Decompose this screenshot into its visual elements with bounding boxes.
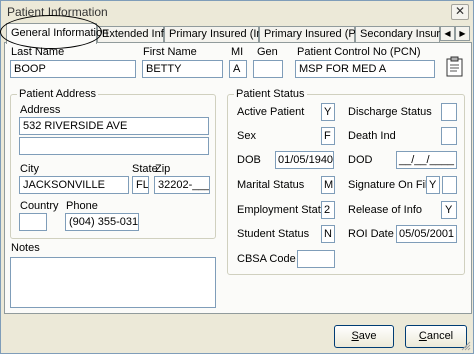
patient-address-title: Patient Address	[17, 88, 99, 100]
cbsa-code-field[interactable]	[297, 250, 335, 268]
tab-secondary-insured[interactable]: Secondary Insured	[355, 26, 452, 43]
patient-address-group: Patient Address Address 532 RIVERSIDE AV…	[10, 88, 216, 239]
notes-label: Notes	[11, 242, 40, 254]
last-name-field[interactable]: BOOP	[10, 60, 136, 78]
active-patient-label: Active Patient	[237, 106, 305, 118]
death-ind-field[interactable]	[441, 127, 457, 145]
zip-field[interactable]: 32202-____	[154, 176, 210, 194]
save-label: ave	[358, 330, 377, 342]
patient-information-window: Patient Information ✕ General Informatio…	[0, 0, 474, 354]
cancel-mnemonic: C	[418, 330, 427, 342]
tab-primary-insured-inst[interactable]: Primary Insured (Inst)	[164, 26, 275, 43]
release-of-info-label: Release of Info	[348, 204, 422, 216]
release-of-info-field[interactable]: Y	[441, 201, 457, 219]
address-label: Address	[20, 104, 61, 116]
save-mnemonic: S	[351, 330, 359, 342]
sex-field[interactable]: F	[321, 127, 335, 145]
first-name-label: First Name	[143, 46, 197, 58]
country-field[interactable]	[19, 213, 47, 231]
pcn-field[interactable]: MSP FOR MED A	[295, 60, 435, 78]
country-label: Country	[20, 200, 59, 212]
signature-on-file-label: Signature On File	[348, 179, 434, 191]
marital-status-field[interactable]: M	[321, 176, 335, 194]
zip-label: Zip	[155, 163, 171, 175]
save-button[interactable]: Save	[334, 325, 394, 348]
roi-date-field[interactable]: 05/05/2001	[396, 225, 457, 243]
state-label: State	[132, 163, 158, 175]
dod-label: DOD	[348, 154, 373, 166]
student-status-field[interactable]: N	[321, 225, 335, 243]
gen-label: Gen	[257, 46, 278, 58]
phone-label: Phone	[66, 200, 98, 212]
city-field[interactable]: JACKSONVILLE	[19, 176, 129, 194]
pcn-label: Patient Control No (PCN)	[297, 46, 421, 58]
discharge-status-label: Discharge Status	[348, 106, 432, 118]
first-name-field[interactable]: BETTY	[142, 60, 223, 78]
marital-status-label: Marital Status	[237, 179, 305, 191]
tab-scroll-left-icon[interactable]: ◀	[440, 26, 455, 41]
tab-general-information[interactable]: General Information	[6, 23, 108, 44]
sex-label: Sex	[237, 130, 256, 142]
window-title: Patient Information	[7, 5, 108, 19]
close-button[interactable]: ✕	[451, 4, 469, 20]
student-status-label: Student Status	[237, 228, 310, 240]
discharge-status-field[interactable]	[441, 103, 457, 121]
dob-field[interactable]: 01/05/1940	[275, 151, 334, 169]
signature-extra-field[interactable]	[442, 176, 457, 194]
notes-textarea[interactable]	[10, 257, 216, 308]
state-field[interactable]: FL	[132, 176, 149, 194]
death-ind-label: Death Ind	[348, 130, 396, 142]
title-bar: Patient Information ✕	[1, 1, 473, 23]
last-name-label: Last Name	[11, 46, 65, 58]
patient-status-group: Patient Status Active Patient Y Discharg…	[227, 88, 465, 275]
employment-status-field[interactable]: 2	[321, 201, 335, 219]
cbsa-code-label: CBSA Code	[237, 253, 296, 265]
tab-scroll-right-icon[interactable]: ▶	[455, 26, 470, 41]
active-patient-field[interactable]: Y	[321, 103, 335, 121]
resize-grip-icon[interactable]	[460, 340, 471, 351]
dod-field[interactable]: __/__/____	[396, 151, 457, 169]
employment-status-label: Employment Status	[237, 204, 333, 216]
cancel-label: ancel	[426, 330, 454, 342]
dob-label: DOB	[237, 154, 261, 166]
clipboard-icon[interactable]	[445, 56, 465, 78]
phone-field[interactable]: (904) 355-0313	[65, 213, 139, 231]
roi-date-label: ROI Date	[348, 228, 394, 240]
tab-primary-insured-prof[interactable]: Primary Insured (Prof)	[259, 26, 372, 43]
patient-status-title: Patient Status	[234, 88, 307, 100]
general-information-panel: Last Name BOOP First Name BETTY MI A Gen…	[4, 42, 472, 314]
gen-field[interactable]	[253, 60, 283, 78]
tab-strip: General Information Extended Info Primar…	[0, 15, 472, 49]
address-line2-field[interactable]	[19, 137, 209, 155]
address-line1-field[interactable]: 532 RIVERSIDE AVE	[19, 117, 209, 135]
signature-on-file-field[interactable]: Y	[426, 176, 440, 194]
mi-field[interactable]: A	[229, 60, 247, 78]
mi-label: MI	[231, 46, 244, 58]
city-label: City	[20, 163, 39, 175]
cancel-button[interactable]: Cancel	[405, 325, 467, 348]
